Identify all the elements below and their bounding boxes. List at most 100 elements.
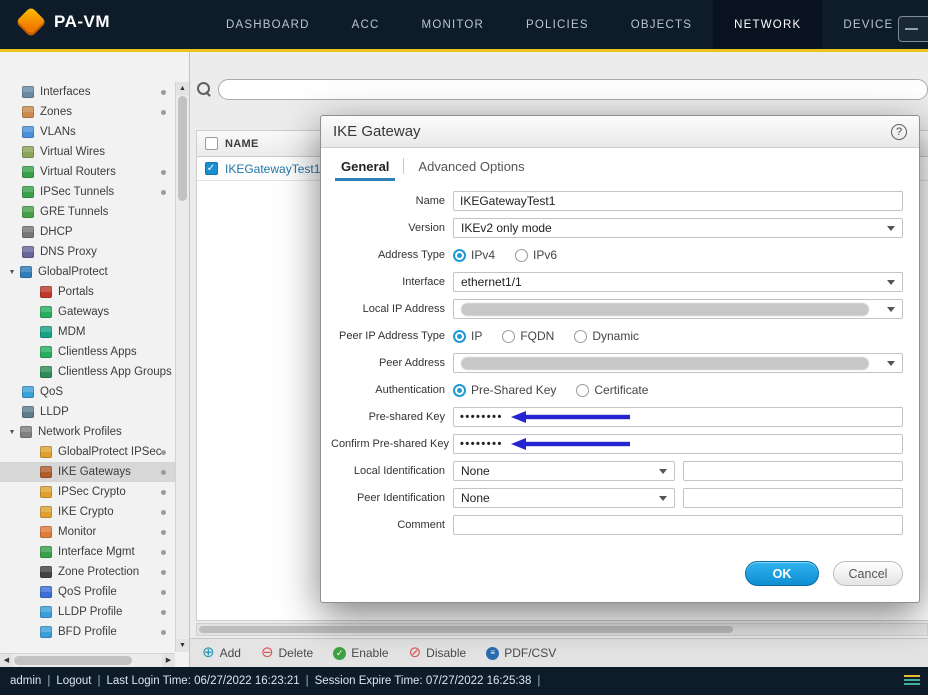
sidebar-item-label: LLDP <box>40 406 69 418</box>
sidebar-item-lldp-profile[interactable]: LLDP Profile <box>0 602 175 622</box>
nav-monitor[interactable]: MONITOR <box>401 0 506 49</box>
sidebar-item-label: QoS <box>40 386 63 398</box>
globalprotect-icon <box>20 266 32 278</box>
sidebar-item-interfaces[interactable]: Interfaces <box>0 82 175 102</box>
header-cutoff-control[interactable] <box>898 16 928 42</box>
nav-objects[interactable]: OBJECTS <box>610 0 713 49</box>
version-select[interactable]: IKEv2 only mode <box>453 218 903 238</box>
sidebar-item-monitor[interactable]: Monitor <box>0 522 175 542</box>
separator: | <box>306 675 309 687</box>
interfaces-icon <box>22 86 34 98</box>
row-checkbox[interactable]: ✓ <box>205 162 218 175</box>
dialog-titlebar[interactable]: IKE Gateway ? <box>321 116 919 148</box>
sidebar-item-lldp[interactable]: LLDP <box>0 402 175 422</box>
tab-advanced-options[interactable]: Advanced Options <box>412 153 530 181</box>
sidebar-item-vlans[interactable]: VLANs <box>0 122 175 142</box>
interface-select[interactable]: ethernet1/1 <box>453 272 903 292</box>
sidebar-item-clientless-app-groups[interactable]: Clientless App Groups <box>0 362 175 382</box>
search-input[interactable] <box>218 79 928 100</box>
horizontal-scrollbar-thumb[interactable] <box>14 656 132 665</box>
sidebar-vertical-scrollbar[interactable]: ▲ ▼ <box>175 82 189 652</box>
sidebar-item-globalprotect[interactable]: ▼GlobalProtect <box>0 262 175 282</box>
sidebar-item-zone-protection[interactable]: Zone Protection <box>0 562 175 582</box>
peer-address-select[interactable] <box>453 353 903 373</box>
sidebar-item-network-profiles[interactable]: ▼Network Profiles <box>0 422 175 442</box>
tree-expand-icon[interactable]: ▼ <box>6 429 18 436</box>
nav-acc[interactable]: ACC <box>331 0 401 49</box>
sidebar-item-clientless-apps[interactable]: Clientless Apps <box>0 342 175 362</box>
vertical-scrollbar-thumb[interactable] <box>178 96 187 201</box>
radio-ip[interactable] <box>453 330 466 343</box>
disable-button[interactable]: ⊘Disable <box>409 646 467 660</box>
select-all-checkbox[interactable] <box>205 137 218 150</box>
sidebar-item-virtual-routers[interactable]: Virtual Routers <box>0 162 175 182</box>
scroll-up-arrow-icon[interactable]: ▲ <box>176 82 189 95</box>
radio-dynamic[interactable] <box>574 330 587 343</box>
content-horizontal-scrollbar[interactable] <box>196 623 928 636</box>
local-ip-select[interactable] <box>453 299 903 319</box>
nav-policies[interactable]: POLICIES <box>505 0 610 49</box>
nav-network[interactable]: NETWORK <box>713 0 822 49</box>
sidebar-item-qos-profile[interactable]: QoS Profile <box>0 582 175 602</box>
address-type-label: Address Type <box>331 249 453 261</box>
field-peer-address: Peer Address <box>331 353 903 373</box>
sidebar-item-gre-tunnels[interactable]: GRE Tunnels <box>0 202 175 222</box>
ipsec-tunnels-icon <box>22 186 34 198</box>
horizontal-scrollbar-thumb[interactable] <box>199 626 733 633</box>
sidebar-item-virtual-wires[interactable]: Virtual Wires <box>0 142 175 162</box>
sidebar-item-label: DNS Proxy <box>40 246 97 258</box>
pdf-csv-button[interactable]: ≡PDF/CSV <box>486 646 556 660</box>
radio-ipv4[interactable] <box>453 249 466 262</box>
local-id-type-select[interactable]: None <box>453 461 675 481</box>
sidebar-item-ike-crypto[interactable]: IKE Crypto <box>0 502 175 522</box>
radio-pre-shared-key[interactable] <box>453 384 466 397</box>
gateway-name-link[interactable]: IKEGatewayTest1 <box>225 162 320 176</box>
tab-general[interactable]: General <box>335 153 395 181</box>
logout-link[interactable]: Logout <box>56 675 91 687</box>
radio-ipv6[interactable] <box>515 249 528 262</box>
sidebar-item-portals[interactable]: Portals <box>0 282 175 302</box>
name-input[interactable] <box>453 191 903 211</box>
radio-fqdn[interactable] <box>502 330 515 343</box>
interface-mgmt-icon <box>40 546 52 558</box>
enable-button[interactable]: ✓Enable <box>333 646 388 660</box>
local-id-value-input[interactable] <box>683 461 903 481</box>
column-header-name[interactable]: NAME <box>225 138 259 150</box>
sidebar-item-globalprotect-ipsec-cry[interactable]: GlobalProtect IPSec Cry <box>0 442 175 462</box>
pre-shared-key-input[interactable] <box>453 407 903 427</box>
scroll-right-arrow-icon[interactable]: ▶ <box>162 654 175 667</box>
comment-input[interactable] <box>453 515 903 535</box>
ok-button[interactable]: OK <box>745 561 819 586</box>
clientless-app-groups-icon <box>40 366 52 378</box>
sidebar-item-ipsec-crypto[interactable]: IPSec Crypto <box>0 482 175 502</box>
radio-certificate[interactable] <box>576 384 589 397</box>
radio-ipv6-label: IPv6 <box>533 248 557 262</box>
nav-dashboard[interactable]: DASHBOARD <box>205 0 331 49</box>
sidebar-item-dhcp[interactable]: DHCP <box>0 222 175 242</box>
sidebar-item-label: GlobalProtect IPSec Cry <box>58 446 161 458</box>
sidebar-item-ipsec-tunnels[interactable]: IPSec Tunnels <box>0 182 175 202</box>
peer-id-type-select[interactable]: None <box>453 488 675 508</box>
add-button[interactable]: ⊕Add <box>202 646 241 660</box>
sidebar-item-ike-gateways[interactable]: IKE Gateways <box>0 462 175 482</box>
sidebar-item-qos[interactable]: QoS <box>0 382 175 402</box>
tasks-icon[interactable] <box>904 675 920 687</box>
scroll-down-arrow-icon[interactable]: ▼ <box>176 639 189 652</box>
delete-button[interactable]: ⊖Delete <box>261 646 313 660</box>
sidebar-item-gateways[interactable]: Gateways <box>0 302 175 322</box>
cancel-button[interactable]: Cancel <box>833 561 903 586</box>
sidebar-horizontal-scrollbar[interactable]: ◀ ▶ <box>0 653 175 667</box>
help-icon[interactable]: ? <box>891 124 907 140</box>
sidebar-item-zones[interactable]: Zones <box>0 102 175 122</box>
chevron-down-icon <box>659 496 667 501</box>
scroll-left-arrow-icon[interactable]: ◀ <box>0 654 13 667</box>
sidebar-item-mdm[interactable]: MDM <box>0 322 175 342</box>
peer-id-value-input[interactable] <box>683 488 903 508</box>
sidebar-item-interface-mgmt[interactable]: Interface Mgmt <box>0 542 175 562</box>
radio-fqdn-label: FQDN <box>520 329 554 343</box>
status-dot <box>161 610 166 615</box>
confirm-pre-shared-key-input[interactable] <box>453 434 903 454</box>
sidebar-item-dns-proxy[interactable]: DNS Proxy <box>0 242 175 262</box>
tree-expand-icon[interactable]: ▼ <box>6 269 18 276</box>
sidebar-item-bfd-profile[interactable]: BFD Profile <box>0 622 175 642</box>
